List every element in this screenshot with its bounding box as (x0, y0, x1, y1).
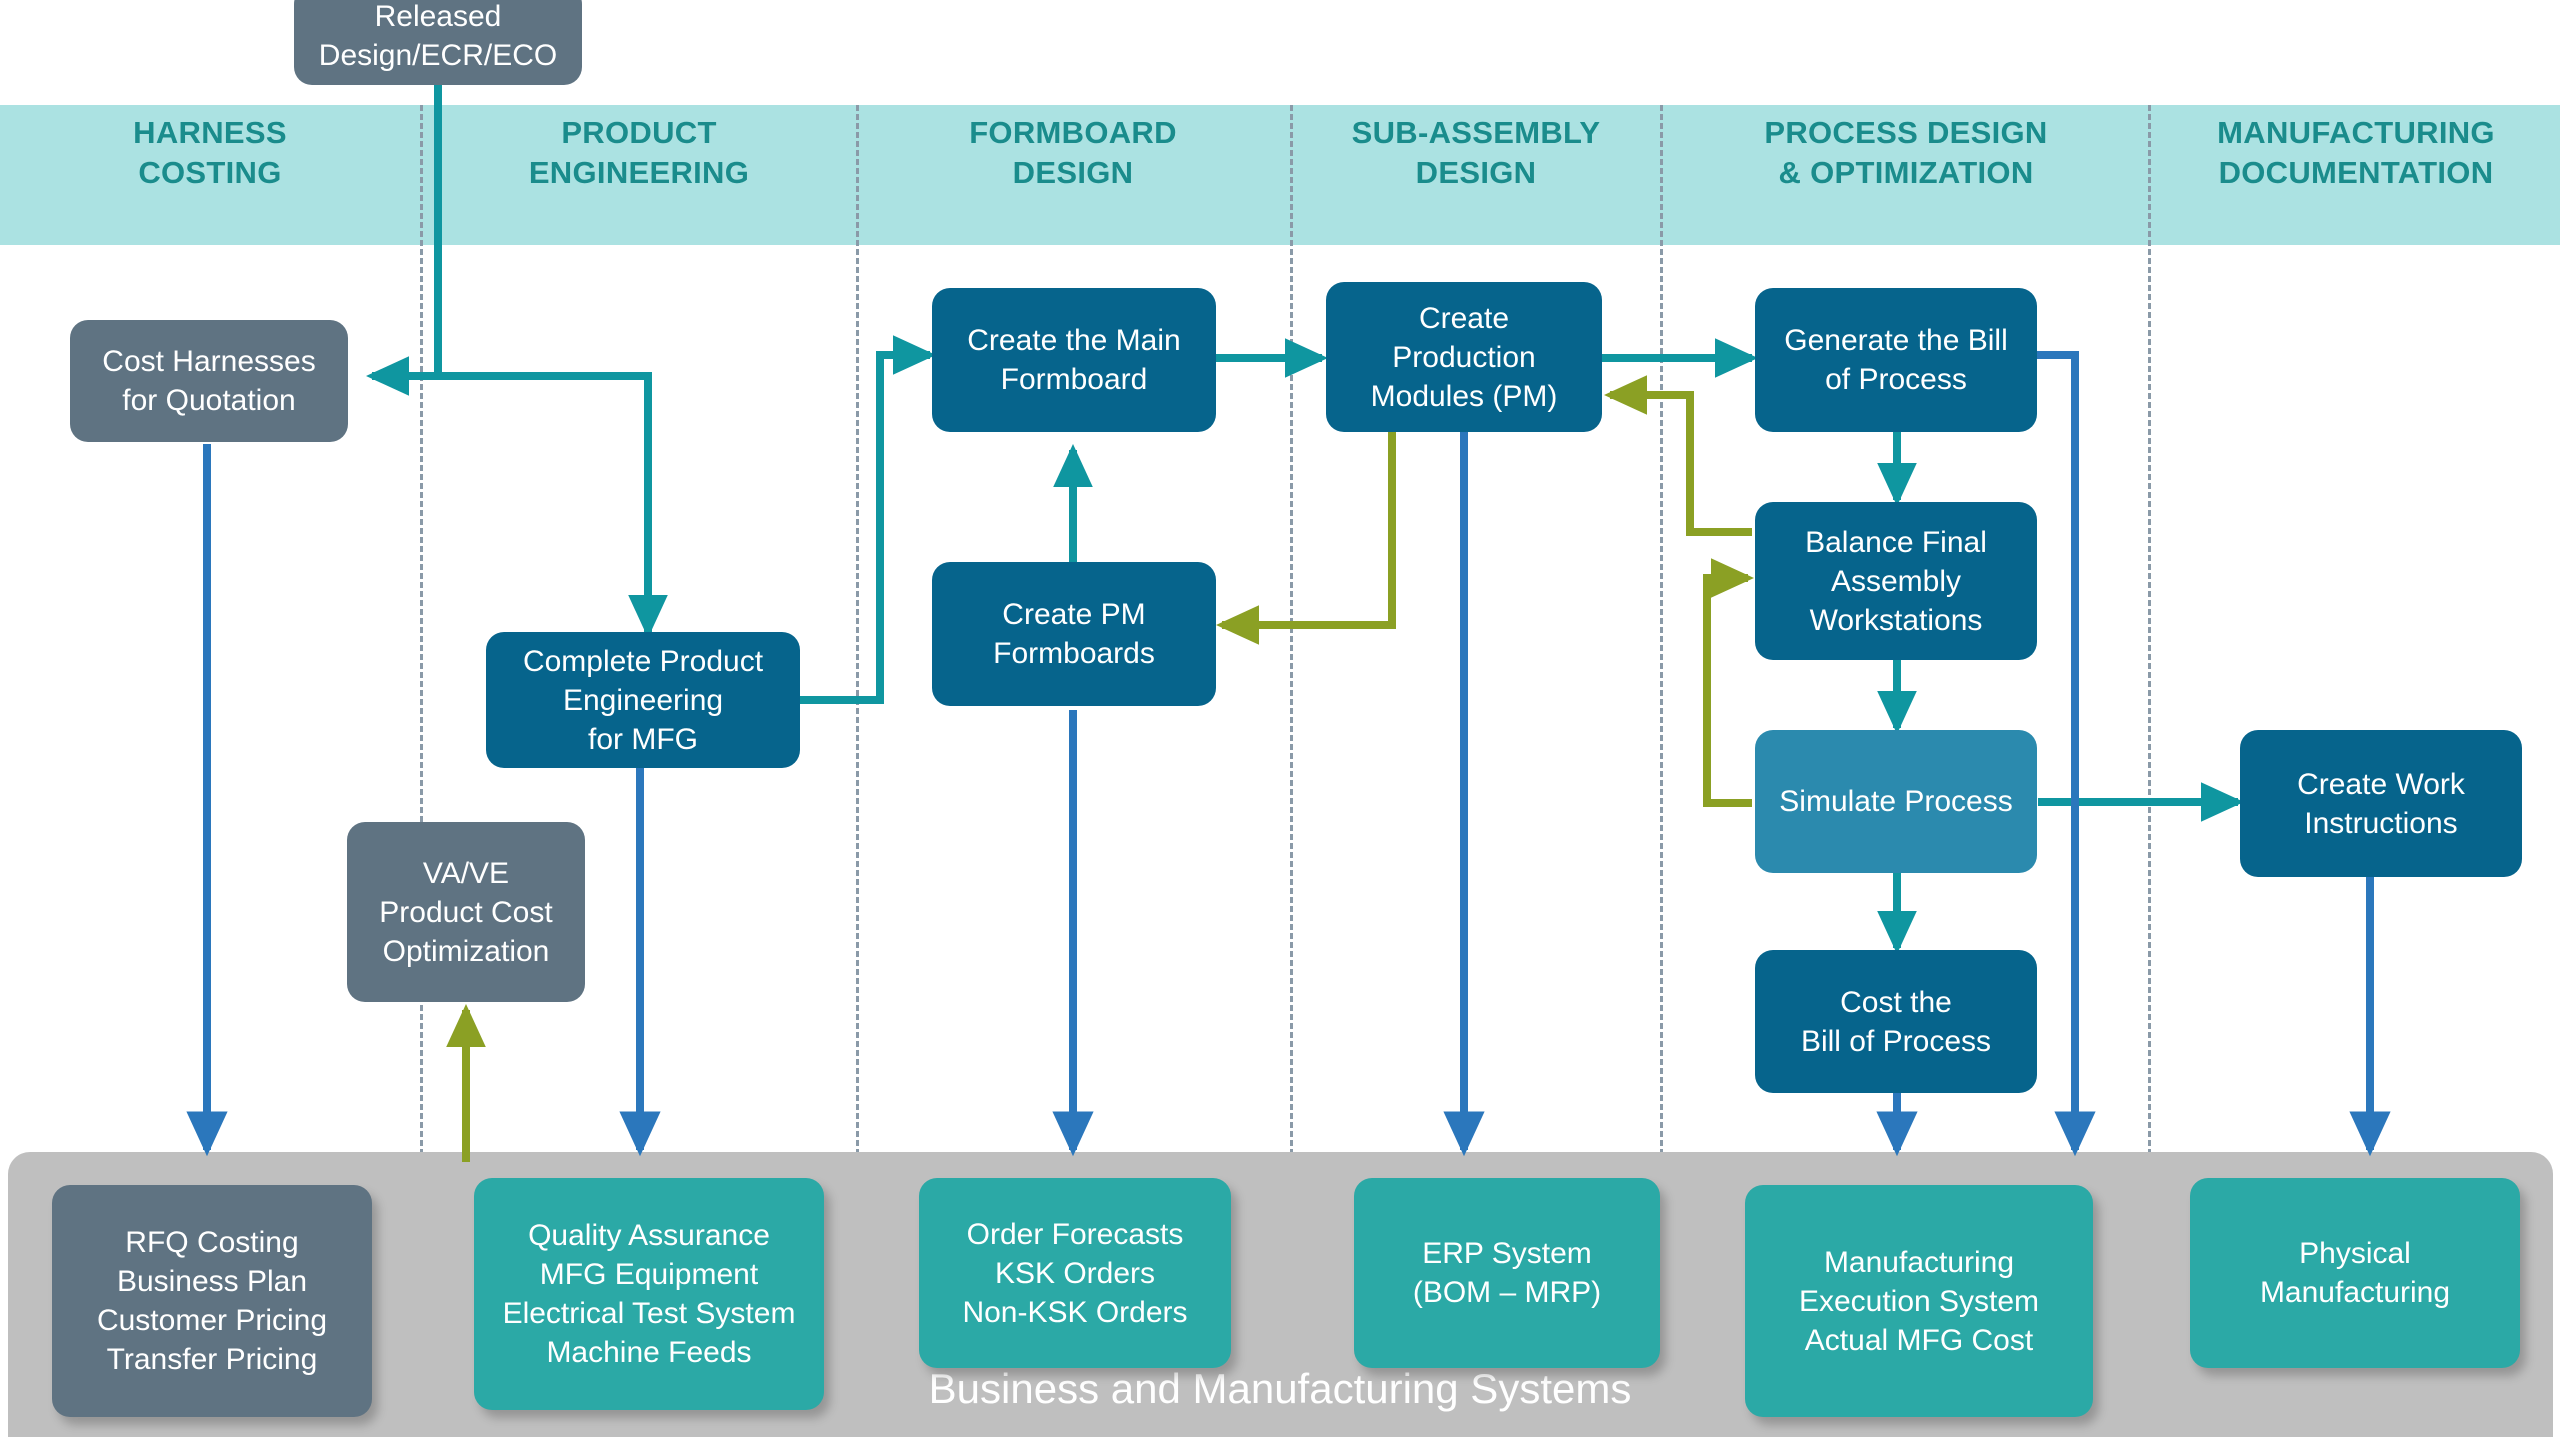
systems-band-title: Business and Manufacturing Systems (928, 1365, 1632, 1412)
node-line-2: Execution System (1798, 1284, 2040, 1318)
node-va-ve-product-cost-optimization[interactable]: VA/VE Product Cost Optimization (347, 822, 585, 1002)
node-line-3: Electrical Test System (502, 1297, 796, 1330)
connector-cpe-to-main-formboard (800, 335, 937, 704)
node-line-3: for MFG (588, 722, 698, 756)
node-line-2: Formboard (1000, 363, 1148, 396)
node-line-1: Generate the Bill (1784, 324, 2008, 357)
node-line-3: Modules (PM) (1370, 379, 1558, 413)
node-line-4: Transfer Pricing (106, 1343, 318, 1376)
node-cost-the-bill-of-process[interactable]: Cost the Bill of Process (1755, 950, 2037, 1093)
node-line-1: Create (1418, 301, 1510, 335)
connector-released-to-complete-product-eng (438, 372, 668, 639)
node-line-1: Simulate Process (1779, 785, 2013, 818)
system-node-physical-manufacturing[interactable]: Physical Manufacturing (2190, 1178, 2520, 1368)
node-line-1: Cost the (1840, 985, 1952, 1019)
node-line-1: ERP System (1422, 1237, 1592, 1270)
node-create-pm-formboards[interactable]: Create PM Formboards (932, 562, 1216, 706)
node-line-4: Machine Feeds (546, 1336, 752, 1369)
node-line-1: Cost Harnesses (102, 345, 316, 378)
node-line-1: Manufacturing (1823, 1245, 2015, 1279)
node-cost-harnesses-for-quotation[interactable]: Cost Harnesses for Quotation (70, 320, 348, 442)
connector-simulate-to-balance (1703, 558, 1755, 807)
node-line-2: Assembly (1830, 564, 1962, 598)
node-balance-final-assembly-workstations[interactable]: Balance Final Assembly Workstations (1755, 502, 2037, 660)
node-line-1: RFQ Costing (125, 1226, 299, 1259)
node-line-1: Create Work (2297, 767, 2465, 801)
node-line-2: Product Cost (379, 895, 553, 929)
node-line-2: of Process (1825, 363, 1967, 396)
node-line-2: Business Plan (116, 1265, 308, 1298)
node-create-production-modules[interactable]: Create Production Modules (PM) (1326, 282, 1602, 432)
system-node-quality-assurance[interactable]: Quality Assurance MFG Equipment Electric… (474, 1178, 824, 1410)
connector-bill-of-process-to-mes (2036, 351, 2096, 1157)
node-line-1: Balance Final (1805, 525, 1987, 559)
node-line-3: Optimization (382, 934, 550, 968)
connector-balance-to-production-modules (1603, 375, 1752, 536)
system-node-manufacturing-execution-system[interactable]: Manufacturing Execution System Actual MF… (1745, 1185, 2093, 1417)
node-line-1: Physical (2299, 1237, 2411, 1270)
node-complete-product-engineering-for-mfg[interactable]: Complete Product Engineering for MFG (486, 632, 800, 768)
system-node-erp-system[interactable]: ERP System (BOM – MRP) (1354, 1178, 1660, 1368)
node-line-2: KSK Orders (994, 1256, 1156, 1290)
node-line-3: Actual MFG Cost (1804, 1323, 2034, 1357)
node-line-2: Production (1392, 340, 1536, 374)
node-line-1: Released (374, 0, 502, 33)
node-line-2: Design/ECR/ECO (318, 38, 558, 72)
node-line-1: Order Forecasts (966, 1217, 1184, 1251)
connector-layer (186, 85, 2391, 1162)
node-line-1: Create the Main (967, 324, 1181, 357)
system-node-order-forecasts[interactable]: Order Forecasts KSK Orders Non-KSK Order… (919, 1178, 1231, 1368)
flow-diagram-canvas: HARNESS COSTING PRODUCT ENGINEERING FORM… (0, 0, 2560, 1439)
node-create-the-main-formboard[interactable]: Create the Main Formboard (932, 288, 1216, 432)
node-line-2: MFG Equipment (539, 1258, 759, 1291)
node-released-design[interactable]: Released Design/ECR/ECO (294, 0, 582, 85)
node-line-1: Quality Assurance (528, 1219, 770, 1252)
system-node-rfq-costing[interactable]: RFQ Costing Business Plan Customer Prici… (52, 1185, 372, 1417)
node-line-2: Manufacturing (2259, 1276, 2451, 1309)
node-line-2: Bill of Process (1800, 1024, 1992, 1058)
node-line-1: Create PM (1002, 598, 1146, 631)
node-line-2: Engineering (562, 683, 724, 717)
node-simulate-process[interactable]: Simulate Process (1755, 730, 2037, 873)
node-line-2: (BOM – MRP) (1412, 1276, 1602, 1309)
node-line-3: Customer Pricing (96, 1304, 328, 1337)
node-line-2: Formboards (993, 637, 1155, 670)
node-line-1: VA/VE (422, 856, 510, 890)
connector-production-modules-to-pm-formboards (1215, 432, 1396, 645)
node-line-1: Complete Product (522, 644, 764, 678)
node-generate-the-bill-of-process[interactable]: Generate the Bill of Process (1755, 288, 2037, 432)
node-line-2: for Quotation (122, 384, 296, 417)
node-create-work-instructions[interactable]: Create Work Instructions (2240, 730, 2522, 877)
node-line-2: Instructions (2304, 806, 2458, 840)
node-line-3: Non-KSK Orders (962, 1295, 1188, 1329)
node-line-3: Workstations (1809, 603, 1983, 637)
